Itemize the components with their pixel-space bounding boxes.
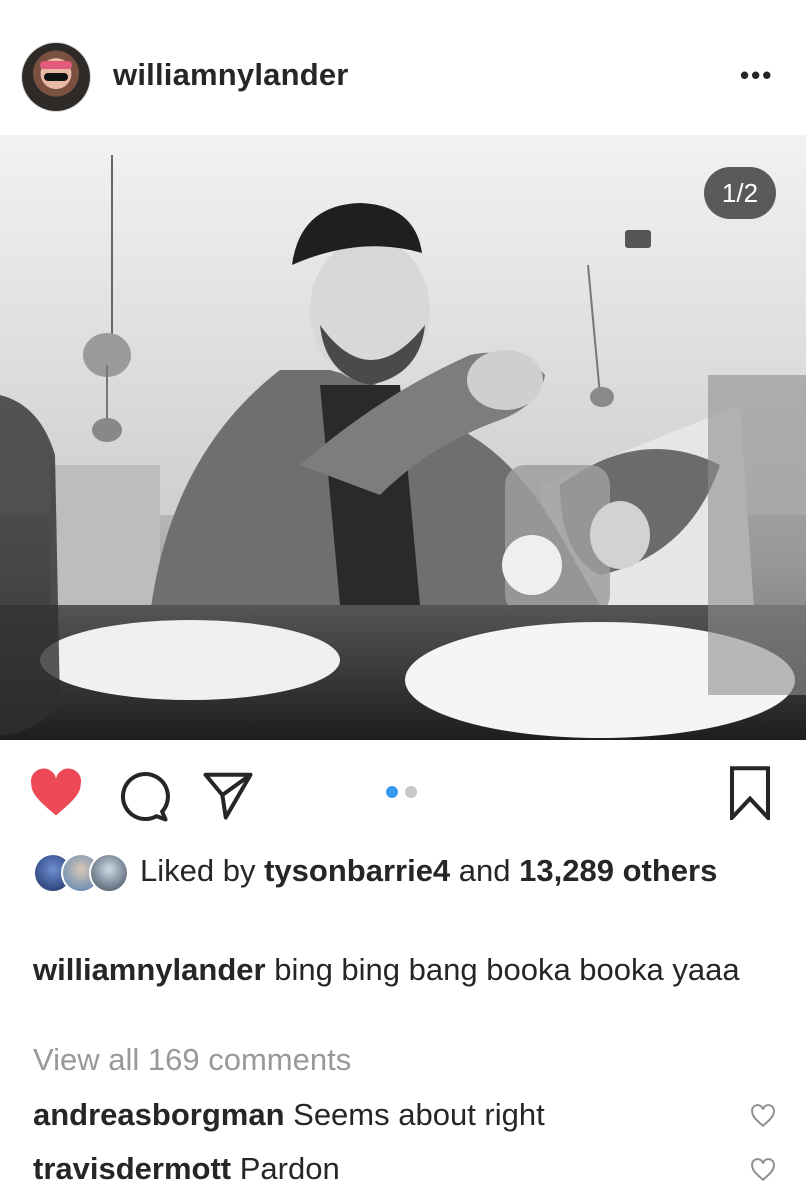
post-caption: williamnylander bing bing bang booka boo…	[33, 948, 773, 992]
comment-username[interactable]: travisdermott	[33, 1151, 231, 1186]
comment-icon[interactable]	[116, 770, 170, 824]
send-icon[interactable]	[201, 768, 255, 822]
comment-username[interactable]: andreasborgman	[33, 1097, 285, 1132]
caption-username[interactable]: williamnylander	[33, 952, 266, 987]
photo-illustration	[0, 135, 806, 740]
more-options-icon[interactable]: •••	[740, 60, 773, 91]
carousel-dot-active	[386, 786, 398, 798]
headband-shape	[40, 61, 72, 69]
likes-prefix: Liked by	[140, 853, 256, 888]
heart-outline-icon[interactable]	[750, 1158, 776, 1182]
likes-middle: and	[458, 853, 511, 888]
post-header: williamnylander •••	[0, 20, 806, 135]
comment-item: andreasborgman Seems about right	[33, 1097, 545, 1133]
action-bar	[0, 740, 806, 840]
carousel-dot	[405, 786, 417, 798]
likes-suffix[interactable]: others	[623, 853, 718, 888]
heart-outline-icon[interactable]	[750, 1104, 776, 1128]
comment-text: Pardon	[239, 1151, 340, 1186]
bookmark-icon[interactable]	[726, 766, 774, 820]
heart-icon[interactable]	[29, 768, 83, 818]
likes-count[interactable]: 13,289	[519, 853, 614, 888]
post-photo[interactable]	[0, 135, 806, 740]
sunglasses-shape	[44, 73, 68, 81]
post-username[interactable]: williamnylander	[113, 57, 349, 93]
photo-counter-badge: 1/2	[704, 167, 776, 219]
user-avatar[interactable]	[22, 43, 90, 111]
comment-text: Seems about right	[293, 1097, 545, 1132]
likes-summary[interactable]: Liked by tysonbarrie4 and 13,289 others	[140, 850, 770, 892]
status-strip	[0, 0, 806, 21]
likes-user[interactable]: tysonbarrie4	[264, 853, 450, 888]
liker-avatars[interactable]	[33, 853, 129, 893]
comment-item: travisdermott Pardon	[33, 1151, 340, 1187]
view-all-comments-link[interactable]: View all 169 comments	[33, 1042, 351, 1078]
liker-avatar	[89, 853, 129, 893]
caption-text: bing bing bang booka booka yaaa	[274, 952, 740, 987]
